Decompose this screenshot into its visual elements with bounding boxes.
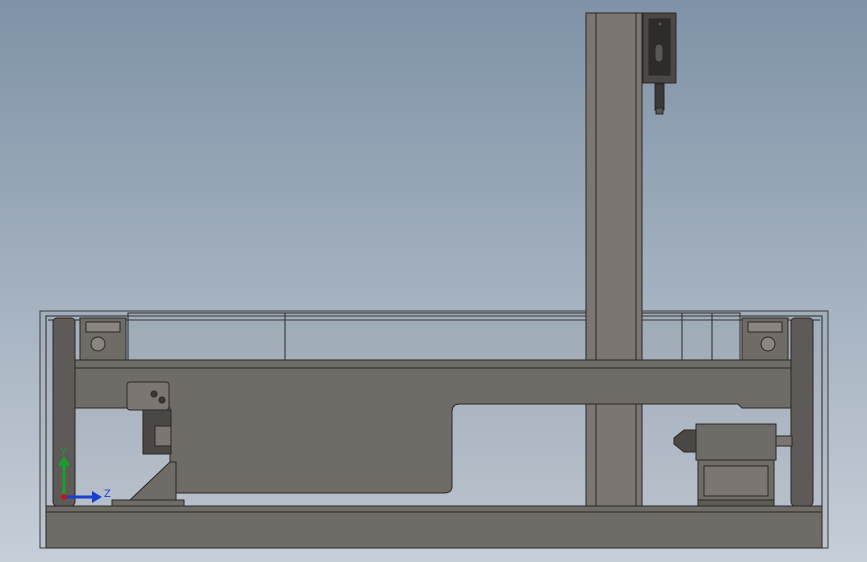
triad-origin: [61, 494, 67, 500]
z-axis-label: Z: [104, 488, 111, 500]
y-axis-label: Y: [60, 446, 68, 458]
graphics-viewport[interactable]: Y Z: [0, 0, 867, 562]
cad-model-view[interactable]: Y Z: [0, 0, 867, 562]
base-plate: [45, 505, 823, 549]
vertical-column: [585, 12, 643, 507]
left-bearing-block: [79, 317, 127, 361]
top-plate: [127, 312, 741, 361]
right-bearing-block: [741, 317, 789, 361]
right-post: [790, 317, 814, 507]
limit-switch: [642, 12, 677, 115]
